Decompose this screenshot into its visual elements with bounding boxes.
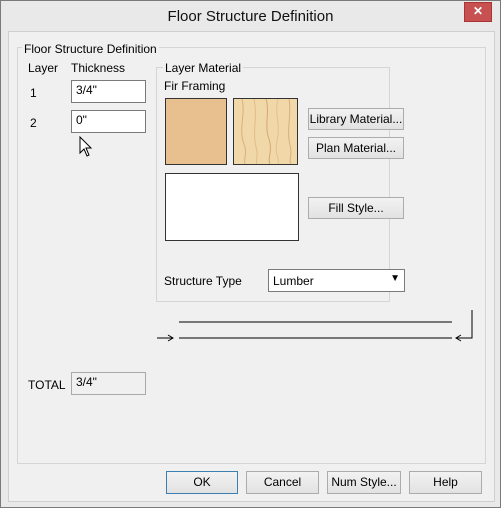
material-name: Fir Framing — [164, 79, 226, 93]
thickness-column-header: Thickness — [71, 61, 126, 75]
help-button[interactable]: Help — [409, 471, 482, 494]
structure-type-label: Structure Type — [164, 274, 242, 288]
arrow-left-icon — [455, 310, 473, 342]
cancel-button[interactable]: Cancel — [246, 471, 319, 494]
title-bar: Floor Structure Definition ✕ — [1, 1, 500, 31]
layer-column-header: Layer — [28, 61, 59, 75]
close-button[interactable]: ✕ — [464, 2, 492, 22]
mouse-cursor-icon — [79, 136, 93, 157]
ok-button[interactable]: OK — [166, 471, 238, 494]
layer-material-title: Layer Material — [163, 61, 244, 75]
chevron-down-icon: ▼ — [390, 273, 400, 284]
material-flat-swatch[interactable] — [165, 98, 227, 165]
arrow-right-icon — [157, 334, 174, 342]
dialog-window: Floor Structure Definition ✕ Floor Struc… — [0, 0, 501, 508]
structure-type-select[interactable]: Lumber ▼ — [268, 269, 405, 292]
dialog-title: Floor Structure Definition — [167, 8, 334, 25]
fill-style-button[interactable]: Fill Style... — [308, 197, 404, 219]
library-material-button[interactable]: Library Material... — [308, 108, 404, 130]
layer-2-number: 2 — [30, 116, 37, 130]
layer-1-thickness-input[interactable]: 3/4" — [71, 80, 146, 103]
close-icon: ✕ — [472, 4, 484, 18]
wood-grain-texture-icon — [234, 99, 297, 164]
total-thickness-field: 3/4" — [71, 372, 146, 395]
layer-2-thickness-input[interactable]: 0" — [71, 110, 146, 133]
structure-type-value: Lumber — [273, 274, 314, 288]
floor-layer-diagram — [157, 310, 473, 342]
num-style-button[interactable]: Num Style... — [327, 471, 401, 494]
definition-group-title: Floor Structure Definition — [22, 42, 159, 56]
fill-style-preview[interactable] — [165, 173, 299, 241]
plan-material-button[interactable]: Plan Material... — [308, 137, 404, 159]
total-label: TOTAL — [28, 378, 66, 392]
dialog-client: Floor Structure Definition Layer Thickne… — [8, 31, 495, 502]
layer-1-number: 1 — [30, 86, 37, 100]
material-texture-swatch[interactable] — [233, 98, 298, 165]
material-flat-color — [166, 99, 226, 164]
